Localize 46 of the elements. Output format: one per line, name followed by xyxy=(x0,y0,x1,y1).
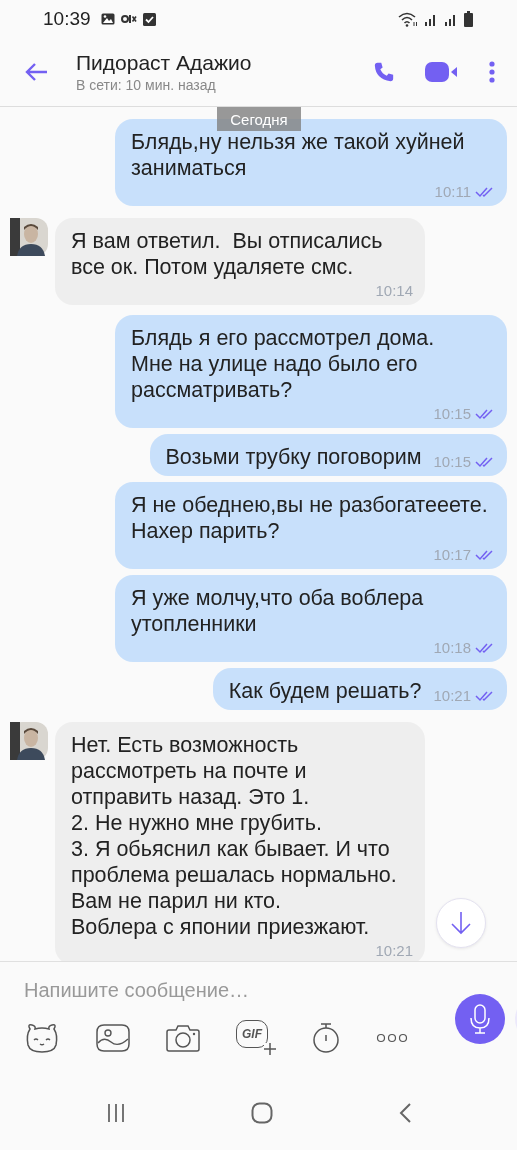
back-icon[interactable] xyxy=(397,1102,412,1124)
app-icon xyxy=(120,14,137,24)
message-time: 10:21 xyxy=(375,942,413,959)
message-time: 10:21 xyxy=(433,687,471,704)
battery-icon xyxy=(464,11,473,27)
recent-apps-icon[interactable] xyxy=(105,1103,126,1123)
sticker-icon[interactable] xyxy=(24,1022,60,1053)
message-text: Я не обеднею,вы не разбогатееете. Нахер парить? xyxy=(131,492,489,544)
microphone-icon xyxy=(469,1004,491,1034)
timer-icon[interactable] xyxy=(312,1021,340,1054)
image-icon xyxy=(100,13,115,25)
message-time: 10:17 xyxy=(433,546,471,563)
status-time: 10:39 xyxy=(43,8,91,30)
message-time: 10:11 xyxy=(434,183,471,200)
signal-icon xyxy=(444,12,458,26)
message-text: Нет. Есть возможность рассмотреть на почте и отправить назад. Это 1. 2. Не нужно мне грубить. 3. Я обьяснил как бывает. И что проблема решалась нормально. Вам не парил ни кто. Воблера с японии приезжают. xyxy=(71,732,398,940)
message-text: Блядь я его рассмотрел дома. Мне на улице надо было его рассматривать? xyxy=(131,325,436,403)
wifi-icon xyxy=(398,11,418,27)
message-time: 10:14 xyxy=(375,282,413,299)
scroll-down-button[interactable] xyxy=(436,898,486,948)
more-options-icon[interactable] xyxy=(489,61,495,83)
checkbox-icon xyxy=(142,12,156,26)
message-text: Возьми трубку поговорим xyxy=(165,444,422,470)
avatar xyxy=(10,722,48,760)
call-icon[interactable] xyxy=(373,61,395,83)
arrow-down-icon xyxy=(450,911,472,935)
message-time: 10:18 xyxy=(433,639,471,656)
gallery-icon[interactable] xyxy=(96,1022,130,1053)
avatar xyxy=(10,218,48,256)
message-text: Я вам ответил. Вы отписались все ок. Потом удаляете смс. xyxy=(71,228,384,280)
back-icon[interactable] xyxy=(24,62,48,82)
message-text: Блядь,ну нельзя же такой хуйней заниматься xyxy=(131,129,466,181)
contact-name: Пидораст Адажио xyxy=(76,50,253,76)
more-icon[interactable] xyxy=(376,1032,408,1043)
camera-icon[interactable] xyxy=(166,1022,200,1053)
message-time: 10:15 xyxy=(433,405,471,422)
message-input[interactable]: Напишите сообщение… xyxy=(24,976,364,1004)
signal-icon xyxy=(424,12,438,26)
last-seen-status: В сети: 10 мин. назад xyxy=(76,76,217,94)
video-call-icon[interactable] xyxy=(425,61,459,83)
voice-message-button[interactable] xyxy=(455,994,505,1044)
date-badge: Сегодня xyxy=(217,107,301,131)
message-text: Я уже молчу,что оба воблера утопленники xyxy=(131,585,425,637)
message-text: Как будем решать? xyxy=(228,678,422,704)
home-icon[interactable] xyxy=(250,1102,273,1124)
message-time: 10:15 xyxy=(433,453,471,470)
